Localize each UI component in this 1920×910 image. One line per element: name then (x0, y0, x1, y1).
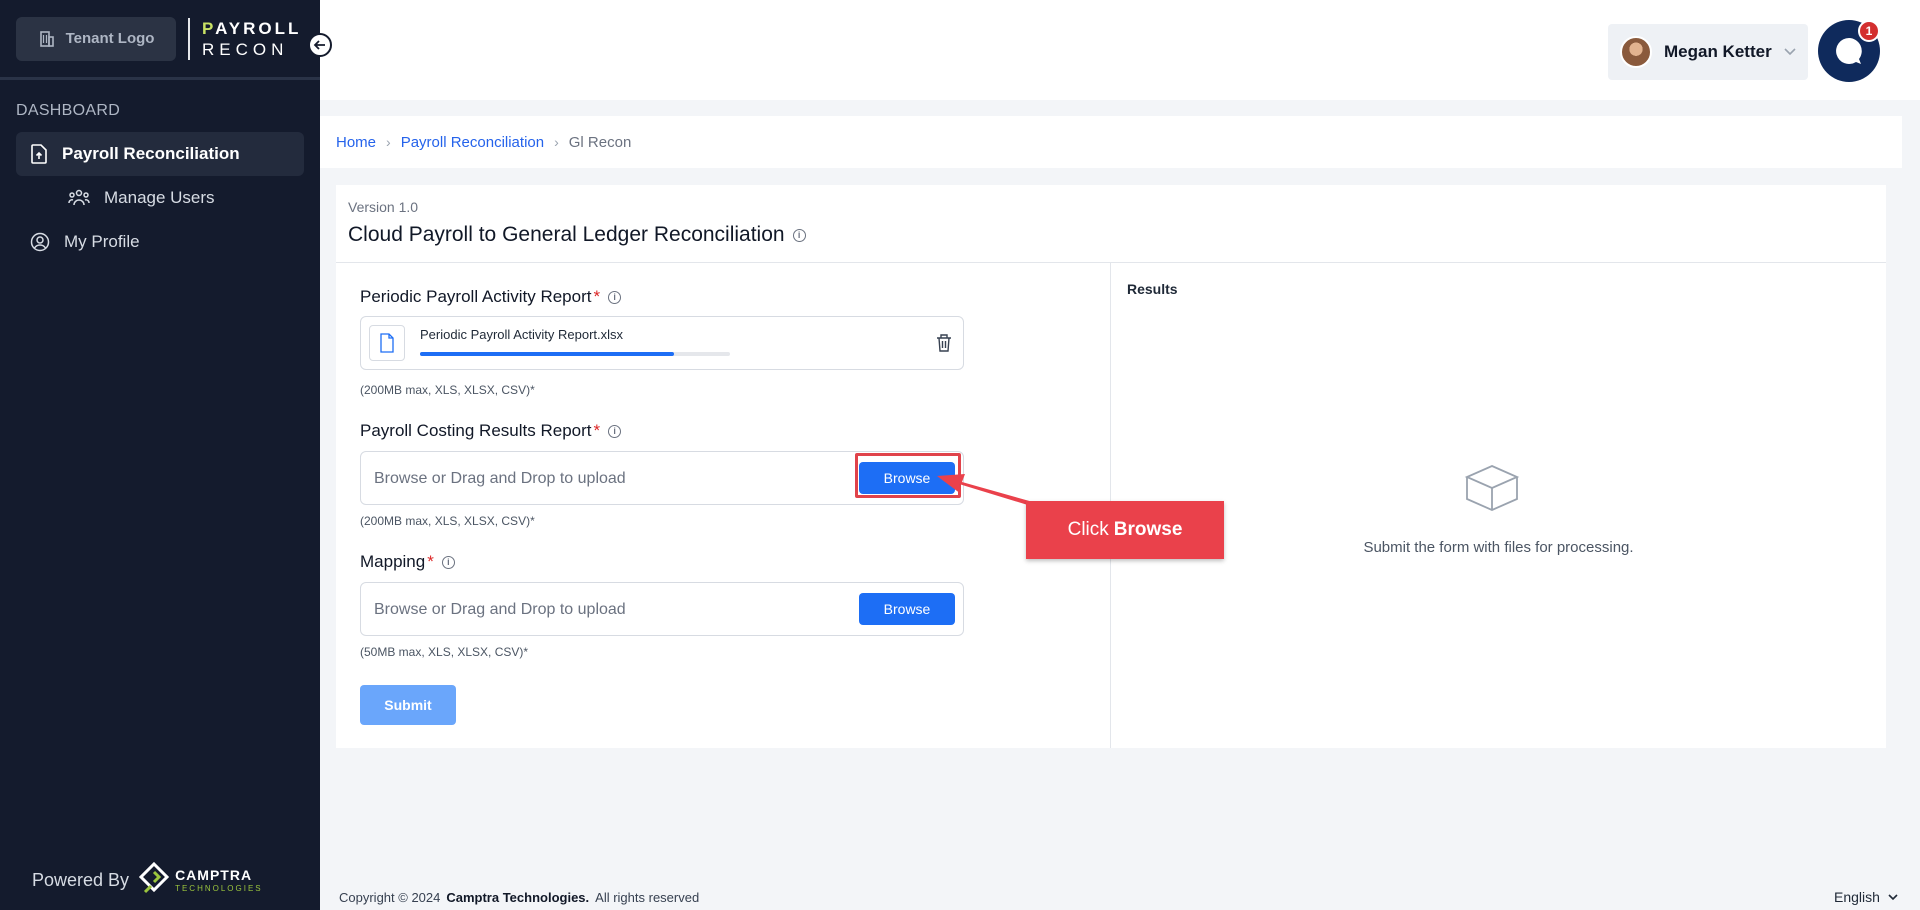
breadcrumb-home[interactable]: Home (336, 134, 376, 151)
uploaded-file-name: Periodic Payroll Activity Report.xlsx (420, 327, 624, 342)
field-label-mapping: Mapping * i (360, 552, 455, 572)
callout-arrow-icon (937, 474, 1033, 506)
required-marker: * (427, 552, 434, 571)
sidebar: Tenant Logo PAYROLL RECON DASHBOARD Payr… (0, 0, 320, 910)
brand-letter: P (202, 18, 216, 38)
building-icon (39, 30, 54, 47)
notification-badge: 1 (1858, 20, 1880, 42)
dropzone-mapping[interactable]: Browse or Drag and Drop to upload Browse (360, 582, 964, 636)
empty-box-icon (1464, 465, 1520, 511)
breadcrumb-current: Gl Recon (568, 133, 632, 151)
powered-by: Powered By CAMPTRA TECHNOLOGIES (32, 862, 263, 898)
tenant-logo: Tenant Logo (16, 16, 176, 61)
brand-word: AYROLL (215, 18, 302, 38)
sidebar-collapse-button[interactable] (308, 33, 332, 57)
file-hint: (200MB max, XLS, XLSX, CSV)* (360, 514, 535, 528)
camptra-sub: TECHNOLOGIES (175, 883, 263, 893)
chevron-right-icon: › (554, 134, 559, 150)
delete-file-button[interactable] (935, 333, 953, 358)
company-name: Camptra Technologies. (446, 890, 590, 905)
info-icon[interactable]: i (792, 228, 806, 242)
camptra-logo: CAMPTRA TECHNOLOGIES (139, 862, 263, 898)
language-label: English (1834, 889, 1880, 905)
powered-by-label: Powered By (32, 869, 130, 890)
user-circle-icon (30, 232, 50, 252)
sidebar-item-label: Payroll Reconciliation (62, 144, 240, 163)
browse-button-mapping[interactable]: Browse (859, 593, 955, 625)
sidebar-item-payroll-reconciliation[interactable]: Payroll Reconciliation (16, 132, 304, 176)
brand-divider (188, 17, 190, 60)
file-hint: (200MB max, XLS, XLSX, CSV)* (360, 383, 535, 397)
uploaded-file-card: Periodic Payroll Activity Report.xlsx (360, 316, 964, 370)
user-menu[interactable]: Megan Ketter (1608, 24, 1808, 80)
sidebar-item-label: Manage Users (104, 188, 215, 207)
submit-button[interactable]: Submit (360, 685, 456, 725)
results-empty-text: Submit the form with files for processin… (1363, 539, 1634, 556)
page-title-text: Cloud Payroll to General Ledger Reconcil… (348, 223, 785, 246)
chevron-down-icon (1784, 48, 1796, 56)
nav-section-title: DASHBOARD (16, 102, 121, 119)
breadcrumb-payroll-reconciliation[interactable]: Payroll Reconciliation (401, 134, 544, 151)
brand-subword: RECON (202, 39, 289, 59)
sidebar-item-label: My Profile (64, 232, 140, 251)
info-icon[interactable]: i (608, 424, 622, 438)
chevron-down-icon (1888, 893, 1898, 900)
arrow-left-icon (313, 40, 325, 50)
file-hint: (50MB max, XLS, XLSX, CSV)* (360, 645, 529, 659)
avatar (1620, 36, 1652, 68)
dropzone-placeholder: Browse or Drag and Drop to upload (374, 601, 626, 618)
page-title: Cloud Payroll to General Ledger Reconcil… (348, 223, 1874, 247)
callout-target: Browse (1113, 519, 1183, 540)
results-panel: Results Submit the form with files for p… (1111, 263, 1886, 748)
results-title: Results (1127, 281, 1178, 297)
chevron-right-icon: › (386, 134, 391, 150)
user-name: Megan Ketter (1664, 42, 1772, 61)
callout-prefix: Click (1067, 519, 1109, 540)
users-icon (68, 189, 90, 206)
required-marker: * (593, 287, 601, 306)
field-label-text: Payroll Costing Results Report (360, 421, 592, 440)
camptra-mark-icon (139, 862, 170, 894)
reconciliation-card: Version 1.0 Cloud Payroll to General Led… (336, 185, 1886, 748)
field-label-text: Periodic Payroll Activity Report (360, 287, 592, 306)
trash-icon (937, 334, 951, 352)
payroll-recon-logo: PAYROLL RECON (202, 20, 301, 58)
camptra-name: CAMPTRA (175, 866, 253, 883)
sidebar-item-my-profile[interactable]: My Profile (16, 220, 304, 264)
rights-text: All rights reserved (595, 890, 700, 905)
info-icon[interactable]: i (441, 555, 455, 569)
upload-progress-fill (420, 352, 675, 356)
breadcrumb: Home › Payroll Reconciliation › Gl Recon (320, 116, 1902, 168)
file-icon (369, 325, 405, 361)
language-selector[interactable]: English (1834, 889, 1898, 905)
upload-file-icon (31, 144, 47, 164)
dropzone-placeholder: Browse or Drag and Drop to upload (374, 470, 626, 487)
brand-row: Tenant Logo PAYROLL RECON (0, 0, 320, 80)
card-header: Version 1.0 Cloud Payroll to General Led… (336, 185, 1886, 263)
instruction-callout: Click Browse (1026, 501, 1224, 559)
footer: Copyright © 2024 Camptra Technologies. A… (339, 890, 699, 905)
field-label-text: Mapping (360, 552, 426, 571)
tenant-logo-label: Tenant Logo (65, 30, 155, 47)
info-icon[interactable]: i (608, 290, 622, 304)
field-label-periodic-payroll: Periodic Payroll Activity Report * i (360, 287, 622, 307)
upload-progress-bar (420, 352, 730, 356)
version-label: Version 1.0 (348, 199, 419, 215)
field-label-payroll-costing: Payroll Costing Results Report * i (360, 421, 622, 441)
required-marker: * (593, 421, 601, 440)
sidebar-item-manage-users[interactable]: Manage Users (16, 176, 304, 220)
copyright: Copyright © 2024 (339, 890, 441, 905)
